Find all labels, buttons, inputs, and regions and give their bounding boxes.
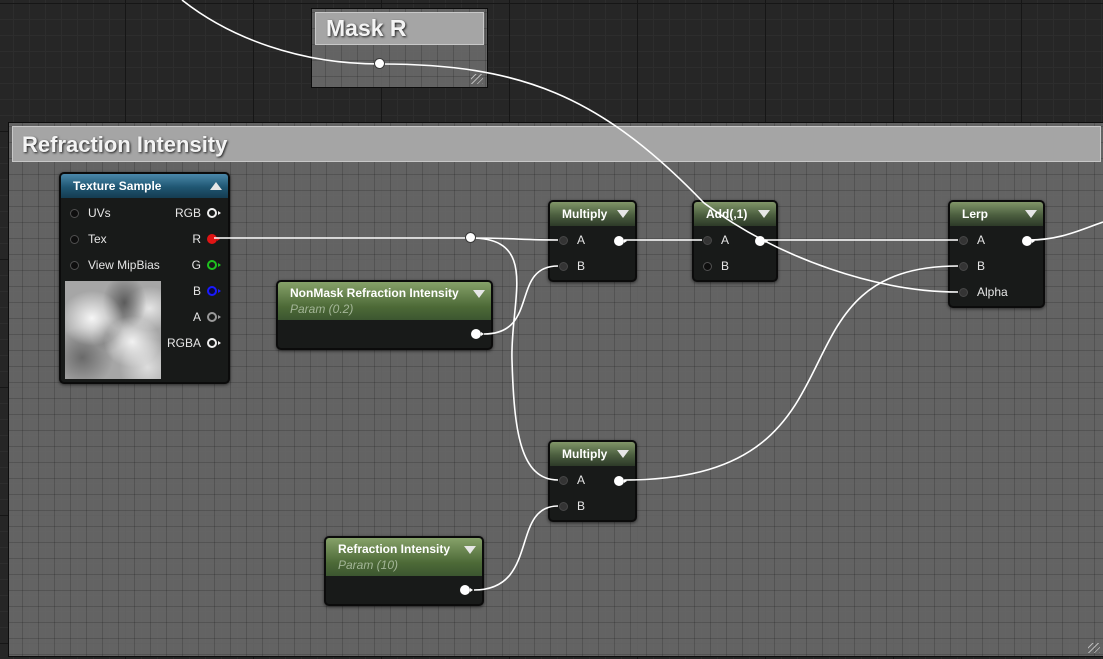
param-output-pin[interactable]	[460, 585, 473, 595]
tex-input-label: Tex	[88, 232, 107, 246]
a-input-pin[interactable]	[959, 236, 968, 245]
alpha-input-pin[interactable]	[959, 288, 968, 297]
param-title: Refraction Intensity	[338, 542, 451, 556]
uvs-input-pin[interactable]	[70, 209, 79, 218]
result-output-pin[interactable]	[1022, 236, 1035, 246]
resize-grip-icon[interactable]	[1088, 643, 1100, 653]
add-node[interactable]: Add(,1) A B	[692, 200, 778, 282]
reroute-knot-r[interactable]	[465, 232, 476, 243]
a-output-label: A	[192, 310, 201, 324]
collapse-arrow-icon[interactable]	[473, 290, 485, 298]
b-output-label: B	[192, 284, 201, 298]
b-input-pin[interactable]	[703, 262, 712, 271]
comment-title[interactable]: Mask R	[315, 12, 484, 45]
comment-title[interactable]: Refraction Intensity	[12, 126, 1101, 162]
rgba-output-label: RGBA	[166, 336, 201, 350]
collapse-arrow-icon[interactable]	[210, 182, 222, 190]
node-title[interactable]: Texture Sample	[61, 174, 228, 198]
b-output-pin[interactable]	[207, 286, 221, 296]
lerp-node[interactable]: Lerp A B Alpha	[948, 200, 1045, 308]
collapse-arrow-icon[interactable]	[1025, 210, 1037, 218]
tex-input-pin[interactable]	[70, 235, 79, 244]
view-mipbias-input-pin[interactable]	[70, 261, 79, 270]
r-output-pin[interactable]	[207, 234, 220, 244]
g-output-pin[interactable]	[207, 260, 221, 270]
a-input-pin[interactable]	[703, 236, 712, 245]
param-output-pin[interactable]	[471, 329, 484, 339]
a-input-pin[interactable]	[559, 476, 568, 485]
rgb-output-pin[interactable]	[207, 208, 221, 218]
reroute-knot-mask[interactable]	[374, 58, 385, 69]
a-input-pin[interactable]	[559, 236, 568, 245]
collapse-arrow-icon[interactable]	[464, 546, 476, 554]
alpha-input-label: Alpha	[977, 285, 1008, 299]
result-output-pin[interactable]	[755, 236, 768, 246]
b-input-label: B	[721, 259, 730, 273]
collapse-arrow-icon[interactable]	[617, 450, 629, 458]
g-output-label: G	[191, 258, 201, 272]
b-input-pin[interactable]	[559, 262, 568, 271]
b-input-label: B	[577, 259, 586, 273]
nonmask-refraction-param-node[interactable]: NonMask Refraction Intensity Param (0.2)	[276, 280, 493, 350]
texture-sample-node[interactable]: Texture Sample UVs Tex View MipBias RGB …	[59, 172, 230, 384]
rgba-output-pin[interactable]	[207, 338, 221, 348]
b-input-label: B	[977, 259, 986, 273]
param-subtitle: Param (10)	[338, 558, 399, 572]
multiply-node-top[interactable]: Multiply A B	[548, 200, 637, 282]
resize-grip-icon[interactable]	[471, 74, 483, 84]
result-output-pin[interactable]	[614, 476, 627, 486]
multiply-node-bottom[interactable]: Multiply A B	[548, 440, 637, 522]
rgb-output-label: RGB	[174, 206, 201, 220]
result-output-pin[interactable]	[614, 236, 627, 246]
a-output-pin[interactable]	[207, 312, 221, 322]
b-input-pin[interactable]	[559, 502, 568, 511]
param-subtitle: Param (0.2)	[290, 302, 354, 316]
uvs-input-label: UVs	[88, 206, 111, 220]
refraction-intensity-param-node[interactable]: Refraction Intensity Param (10)	[324, 536, 484, 606]
param-header[interactable]: NonMask Refraction Intensity Param (0.2)	[278, 282, 491, 320]
param-title: NonMask Refraction Intensity	[290, 286, 459, 300]
a-input-label: A	[721, 233, 730, 247]
a-input-label: A	[977, 233, 986, 247]
b-input-pin[interactable]	[959, 262, 968, 271]
a-input-label: A	[577, 473, 586, 487]
texture-preview-image	[65, 281, 161, 379]
view-mipbias-input-label: View MipBias	[88, 258, 160, 272]
r-output-label: R	[192, 232, 201, 246]
b-input-label: B	[577, 499, 586, 513]
collapse-arrow-icon[interactable]	[617, 210, 629, 218]
param-header[interactable]: Refraction Intensity Param (10)	[326, 538, 482, 576]
comment-mask-r[interactable]: Mask R	[311, 8, 488, 88]
collapse-arrow-icon[interactable]	[758, 210, 770, 218]
a-input-label: A	[577, 233, 586, 247]
